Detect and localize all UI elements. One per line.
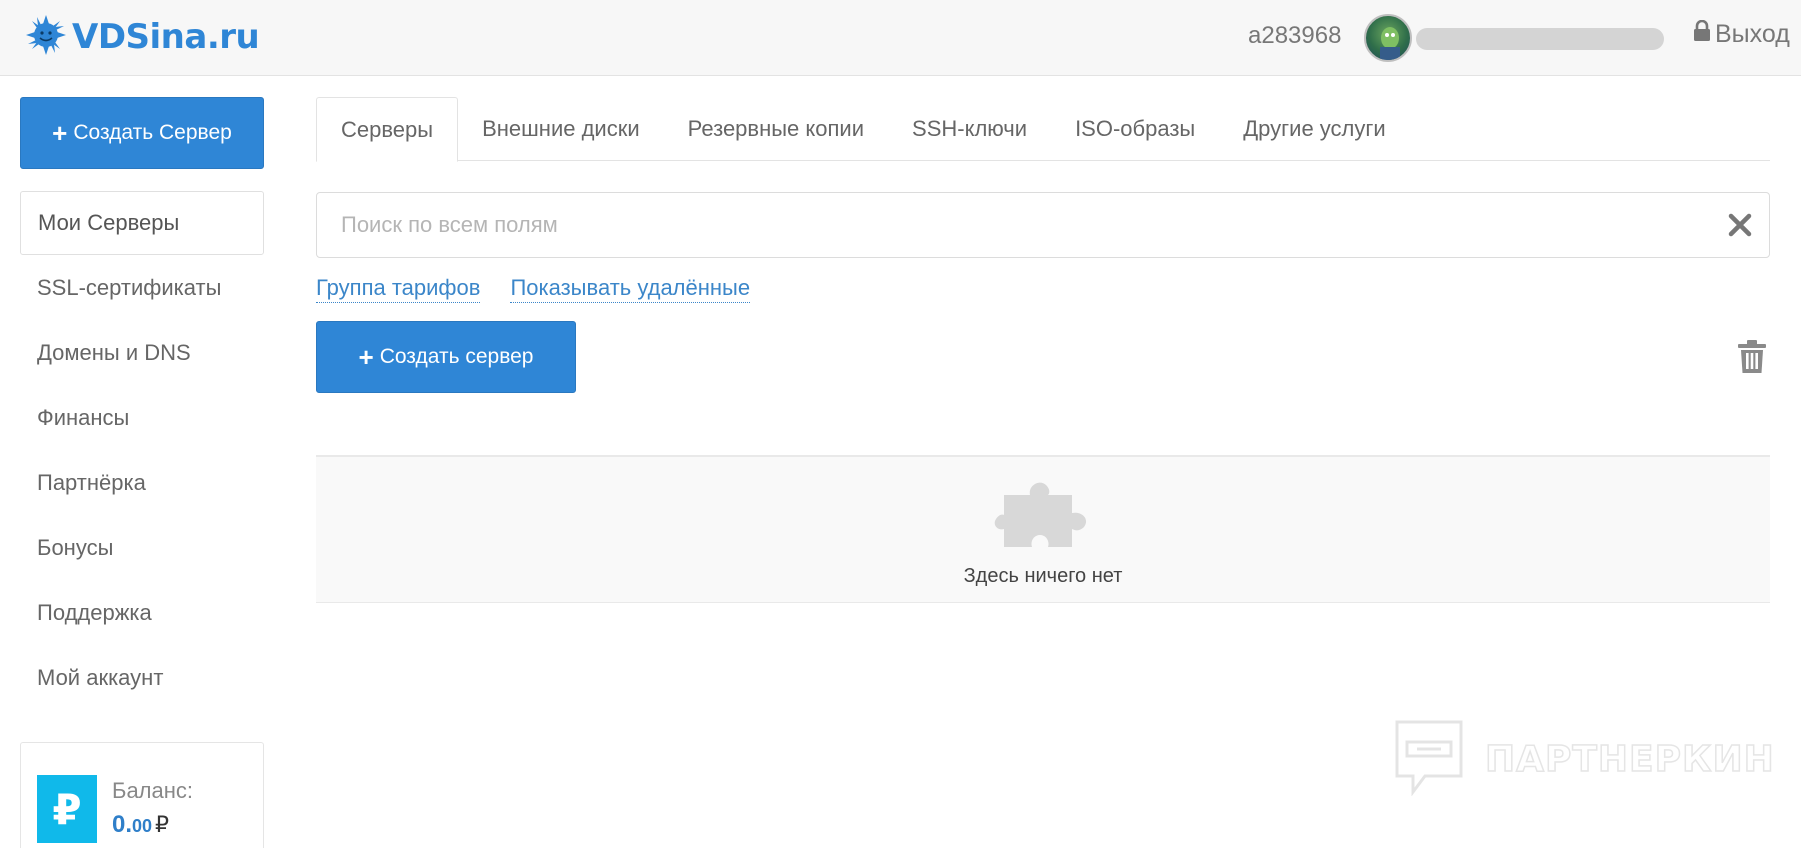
balance-value: 0.00 ₽ (112, 811, 169, 839)
sidebar-item-support[interactable]: Поддержка (20, 580, 264, 645)
filter-links: Группа тарифов Показывать удалённые (316, 275, 780, 303)
top-header: VDSina.ru a283968 Выход (0, 0, 1801, 76)
sidebar-item-my-servers[interactable]: Мои Серверы (20, 191, 264, 255)
logo-text: VDSina.ru (72, 17, 260, 57)
logo-sun-icon (26, 14, 66, 60)
balance-label: Баланс: (112, 778, 194, 803)
balance-currency: ₽ (155, 812, 170, 837)
watermark: ПАРТНЕРКИН (1393, 718, 1775, 801)
sidebar-item-ssl[interactable]: SSL-сертификаты (20, 255, 264, 320)
trash-icon[interactable] (1737, 340, 1767, 374)
tab-ssh-keys[interactable]: SSH-ключи (888, 97, 1051, 161)
ruble-icon: ₽ (37, 775, 97, 843)
sidebar-item-finance[interactable]: Финансы (20, 385, 264, 450)
puzzle-icon (994, 481, 1092, 554)
close-icon[interactable] (1725, 210, 1755, 240)
logout-link[interactable]: Выход (1693, 19, 1790, 49)
sidebar-item-account[interactable]: Мой аккаунт (20, 645, 264, 710)
empty-state-panel: Здесь ничего нет (316, 455, 1770, 603)
tab-other-services[interactable]: Другие услуги (1219, 97, 1409, 161)
sidebar-item-bonuses[interactable]: Бонусы (20, 515, 264, 580)
tariff-group-link[interactable]: Группа тарифов (316, 275, 481, 303)
logout-label: Выход (1715, 20, 1790, 48)
plus-icon: + (358, 342, 374, 372)
tab-external-disks[interactable]: Внешние диски (458, 97, 664, 161)
logo[interactable]: VDSina.ru (26, 14, 260, 60)
create-server-label: Создать Сервер (73, 121, 232, 144)
create-server-button[interactable]: + Создать сервер (316, 321, 576, 393)
balance-decimal: 00 (132, 816, 153, 836)
tab-iso-images[interactable]: ISO-образы (1051, 97, 1219, 161)
avatar[interactable] (1364, 14, 1412, 62)
search-input[interactable] (341, 193, 1701, 257)
show-deleted-link[interactable]: Показывать удалённые (510, 275, 751, 303)
empty-text: Здесь ничего нет (963, 565, 1123, 587)
lock-icon (1693, 19, 1715, 49)
balance-card[interactable]: ₽ Баланс: 0.00 ₽ (20, 742, 264, 848)
sidebar-item-domains-dns[interactable]: Домены и DNS (20, 320, 264, 385)
create-server-main-label: Создать сервер (379, 345, 534, 368)
balance-integer: 0. (112, 811, 133, 838)
service-tabs: Серверы Внешние диски Резервные копии SS… (316, 97, 1770, 162)
user-id: a283968 (1248, 22, 1342, 49)
search-box (316, 192, 1770, 258)
sidebar-item-partner[interactable]: Партнёрка (20, 450, 264, 515)
tab-backups[interactable]: Резервные копии (664, 97, 888, 161)
watermark-chat-icon (1393, 718, 1465, 801)
sidebar-nav: Мои Серверы SSL-сертификаты Домены и DNS… (20, 191, 264, 710)
plus-icon: + (52, 118, 68, 148)
username-redacted (1416, 28, 1664, 50)
watermark-text: ПАРТНЕРКИН (1484, 738, 1775, 781)
create-server-button-sidebar[interactable]: + Создать Сервер (20, 97, 264, 169)
tab-servers[interactable]: Серверы (316, 97, 459, 162)
